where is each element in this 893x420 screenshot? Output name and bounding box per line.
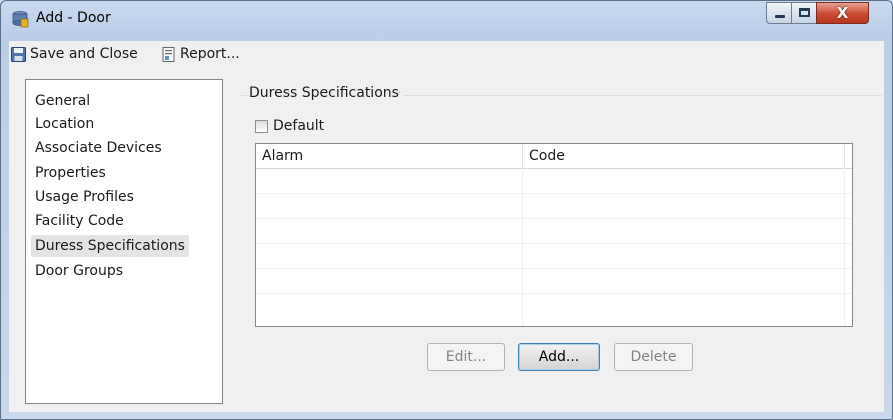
maximize-icon (799, 8, 810, 17)
report-label: Report... (180, 46, 240, 62)
column-header-alarm[interactable]: Alarm (256, 144, 523, 168)
close-button[interactable]: X (816, 2, 869, 24)
grid-row-line (256, 218, 852, 219)
grid-header: Alarm Code (256, 144, 852, 169)
nav-item-door-groups[interactable]: Door Groups (31, 260, 127, 282)
save-and-close-button[interactable]: Save and Close (11, 46, 138, 62)
section-nav-list: General Location Associate Devices Prope… (25, 79, 223, 404)
delete-button[interactable]: Delete (614, 343, 693, 371)
dialog-window: Add - Door X Save and Close Report... Ge… (0, 0, 893, 420)
nav-item-location[interactable]: Location (31, 113, 98, 135)
close-icon: X (836, 4, 849, 22)
duress-specifications-panel: Duress Specifications Default Alarm Code… (241, 79, 882, 404)
duress-grid[interactable]: Alarm Code (255, 143, 853, 327)
nav-item-associate-devices[interactable]: Associate Devices (31, 137, 166, 159)
column-separator (844, 168, 845, 326)
grid-row-line (256, 193, 852, 194)
grid-row-line (256, 243, 852, 244)
nav-item-facility-code[interactable]: Facility Code (31, 210, 128, 232)
door-database-icon (12, 11, 29, 28)
report-icon (162, 46, 175, 62)
nav-item-general[interactable]: General (31, 90, 94, 112)
edit-button[interactable]: Edit... (427, 343, 505, 371)
default-checkbox-label: Default (273, 118, 325, 134)
add-button[interactable]: Add... (518, 343, 600, 371)
minimize-button[interactable] (766, 2, 792, 24)
group-title: Duress Specifications (249, 85, 403, 101)
floppy-disk-icon (11, 46, 26, 62)
nav-item-duress-specifications[interactable]: Duress Specifications (31, 235, 189, 257)
default-checkbox-row[interactable]: Default (255, 118, 324, 134)
nav-item-usage-profiles[interactable]: Usage Profiles (31, 186, 138, 208)
client-area: Save and Close Report... General Locatio… (9, 41, 884, 412)
grid-row-line (256, 293, 852, 294)
title-bar[interactable]: Add - Door X (1, 1, 892, 35)
nav-item-properties[interactable]: Properties (31, 162, 110, 184)
column-separator (522, 168, 523, 326)
save-and-close-label: Save and Close (30, 46, 138, 62)
minimize-icon (775, 15, 785, 18)
default-checkbox[interactable] (255, 119, 268, 133)
column-header-code[interactable]: Code (523, 144, 845, 168)
grid-row-line (256, 268, 852, 269)
window-title: Add - Door (36, 10, 111, 26)
maximize-button[interactable] (791, 2, 817, 24)
toolbar: Save and Close Report... (9, 41, 884, 69)
report-button[interactable]: Report... (161, 46, 240, 62)
